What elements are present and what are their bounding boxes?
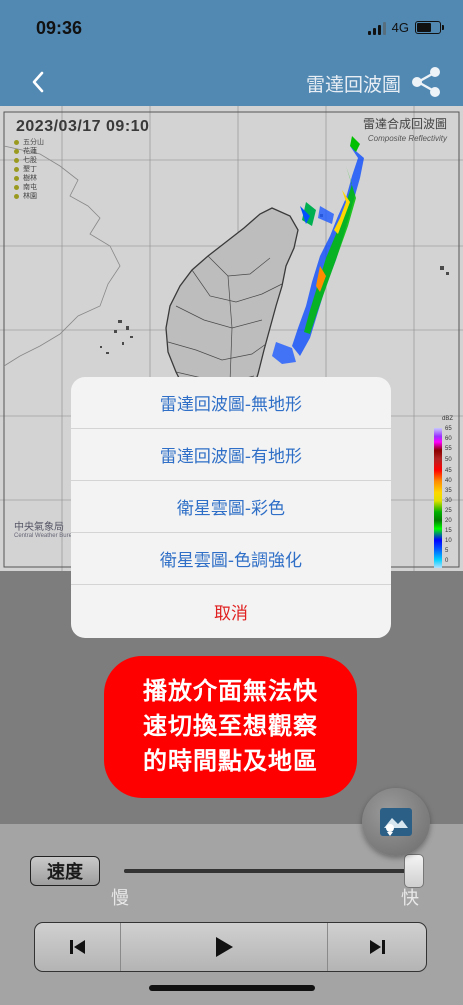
logo-text: 中央氣象局 [14, 522, 64, 533]
skip-forward-icon [370, 940, 385, 954]
legend-bar [434, 428, 442, 568]
share-button[interactable] [409, 65, 443, 99]
station-item: 樹林 [14, 174, 44, 183]
speed-label: 速度 [30, 856, 100, 886]
legend-tick: 60 [445, 436, 452, 442]
next-frame-button[interactable] [328, 923, 426, 971]
legend-unit: dBZ [442, 416, 454, 422]
legend-tick: 25 [445, 508, 452, 514]
skip-back-icon [69, 940, 85, 954]
station-item: 南屯 [14, 183, 44, 192]
legend-tick: 15 [445, 528, 452, 534]
option-radar-with-terrain[interactable]: 雷達回波圖-有地形 [71, 429, 391, 481]
annotation-line: 播放介面無法快 [143, 677, 318, 705]
option-radar-no-terrain[interactable]: 雷達回波圖-無地形 [71, 377, 391, 429]
station-item: 花蓮 [14, 147, 44, 156]
station-item: 林園 [14, 192, 44, 201]
fast-label: 快 [401, 888, 419, 909]
legend-tick: 50 [445, 457, 452, 463]
legend-tick: 35 [445, 488, 452, 494]
player-bar [34, 922, 427, 972]
chevron-left-icon [32, 71, 44, 93]
speed-slider-thumb[interactable] [404, 854, 424, 888]
status-time: 09:36 [36, 18, 83, 38]
map-title: 雷達合成回波圖 [362, 117, 447, 131]
station-item: 墾丁 [14, 165, 44, 174]
map-layer-icon [380, 808, 412, 836]
logo-subtext: Central Weather Bureau [14, 533, 79, 539]
battery-icon [415, 21, 444, 34]
navigation-bar: 雷達回波圖 [0, 58, 463, 106]
station-list: 五分山 花蓮 七股 墾丁 樹林 南屯 林園 [14, 138, 44, 201]
slow-label: 慢 [111, 888, 129, 909]
option-satellite-enhanced[interactable]: 衛星雲圖-色調強化 [71, 533, 391, 585]
speed-slider-fill [124, 869, 414, 873]
play-icon [216, 937, 233, 957]
legend-tick: 20 [445, 518, 452, 524]
annotation-line: 的時間點及地區 [143, 747, 318, 775]
legend-tick: 30 [445, 498, 452, 504]
status-indicators: 4G [367, 20, 444, 35]
legend-tick: 0 [445, 558, 449, 564]
legend-tick: 5 [445, 548, 449, 554]
map-type-action-sheet: 雷達回波圖-無地形 雷達回波圖-有地形 衛星雲圖-彩色 衛星雲圖-色調強化 取消 [71, 377, 391, 638]
back-button[interactable] [22, 66, 54, 98]
annotation-callout: 播放介面無法快 速切換至想觀察 的時間點及地區 [104, 656, 357, 798]
page-title: 雷達回波圖 [305, 74, 401, 96]
option-satellite-color[interactable]: 衛星雲圖-彩色 [71, 481, 391, 533]
map-timestamp: 2023/03/17 09:10 [16, 118, 150, 135]
status-bar: 09:36 4G [0, 0, 463, 58]
legend-tick: 10 [445, 538, 452, 544]
station-item: 七股 [14, 156, 44, 165]
cancel-button[interactable]: 取消 [71, 585, 391, 638]
cwb-logo: 中央氣象局 Central Weather Bureau [14, 518, 79, 539]
home-indicator [149, 985, 315, 991]
legend-tick: 45 [445, 468, 452, 474]
legend-tick: 65 [445, 426, 452, 432]
network-type: 4G [391, 20, 409, 35]
station-item: 五分山 [14, 138, 44, 147]
share-icon [412, 67, 440, 97]
play-button[interactable] [121, 923, 328, 971]
map-subtitle: Composite Reflectivity [367, 134, 447, 143]
speed-slider[interactable] [124, 869, 414, 873]
signal-icon [367, 21, 386, 35]
map-layer-button[interactable] [362, 788, 430, 856]
previous-frame-button[interactable] [35, 923, 121, 971]
legend-tick: 40 [445, 478, 452, 484]
annotation-line: 速切換至想觀察 [143, 712, 318, 740]
legend-tick: 55 [445, 446, 452, 452]
